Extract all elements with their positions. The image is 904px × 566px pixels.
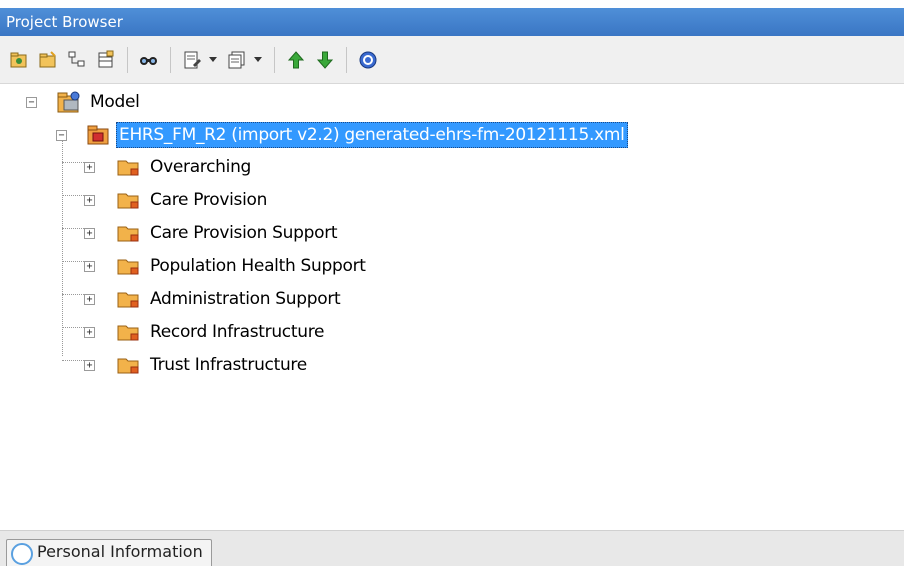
- find-in-project-icon[interactable]: [136, 47, 162, 73]
- expand-toggle[interactable]: +: [84, 294, 95, 305]
- collapse-toggle[interactable]: −: [26, 97, 37, 108]
- bottom-tab-bar: Personal Information: [0, 530, 904, 566]
- tree-node-label: Trust Infrastructure: [150, 355, 307, 375]
- tree-connector: [62, 162, 86, 163]
- person-icon: [11, 543, 33, 565]
- help-icon[interactable]: [355, 47, 381, 73]
- tab-label: Personal Information: [37, 542, 203, 561]
- tree-connector: [62, 327, 86, 328]
- tree-node-folder[interactable]: Population Health Support: [116, 252, 366, 280]
- expand-toggle[interactable]: +: [84, 261, 95, 272]
- tree-connector: [62, 261, 86, 262]
- tree-connector: [62, 360, 86, 361]
- view-options-dropdown[interactable]: [253, 47, 263, 73]
- tab-personal-information[interactable]: Personal Information: [6, 539, 212, 566]
- expand-toggle[interactable]: +: [84, 327, 95, 338]
- tree-connector: [62, 140, 63, 356]
- tree-node-label: Record Infrastructure: [150, 322, 325, 342]
- panel-title: Project Browser: [0, 8, 904, 36]
- toolbar-separator: [170, 46, 171, 73]
- edit-properties-dropdown[interactable]: [208, 47, 218, 73]
- expand-toggle[interactable]: +: [84, 228, 95, 239]
- toolbar-separator: [346, 46, 347, 73]
- edit-properties-icon[interactable]: [179, 47, 205, 73]
- model-icon: [56, 90, 82, 114]
- tree-node-folder[interactable]: Trust Infrastructure: [116, 351, 307, 379]
- tree-node-label: Administration Support: [150, 289, 341, 309]
- tree-node-label: Model: [90, 92, 140, 112]
- toolbar: [0, 36, 904, 84]
- new-element-icon[interactable]: [93, 47, 119, 73]
- expand-toggle[interactable]: +: [84, 195, 95, 206]
- tree-node-folder[interactable]: Overarching: [116, 153, 251, 181]
- expand-toggle[interactable]: +: [84, 162, 95, 173]
- tree-connector: [62, 195, 86, 196]
- tree-node-label: Care Provision Support: [150, 223, 338, 243]
- folder-icon: [116, 156, 142, 178]
- move-up-icon[interactable]: [283, 47, 309, 73]
- tree-node-folder[interactable]: Administration Support: [116, 285, 341, 313]
- tree-node-label: Care Provision: [150, 190, 268, 210]
- tree-node-folder[interactable]: Care Provision: [116, 186, 267, 214]
- new-diagram-icon[interactable]: [64, 47, 90, 73]
- toolbar-separator: [127, 46, 128, 73]
- new-root-package-icon[interactable]: [6, 47, 32, 73]
- tree-node-label: Population Health Support: [150, 256, 366, 276]
- top-strip: [0, 0, 904, 8]
- project-tree: − Model − EHRS_FM_R2 (import v2.2) gener…: [0, 84, 904, 530]
- folder-icon: [116, 255, 142, 277]
- package-icon: [86, 124, 110, 146]
- tree-node-package[interactable]: EHRS_FM_R2 (import v2.2) generated-ehrs-…: [86, 121, 628, 149]
- tree-node-folder[interactable]: Record Infrastructure: [116, 318, 324, 346]
- folder-icon: [116, 354, 142, 376]
- tree-node-label: Overarching: [150, 157, 252, 177]
- tree-node-model[interactable]: Model: [56, 88, 140, 116]
- new-package-icon[interactable]: [35, 47, 61, 73]
- expand-toggle[interactable]: +: [84, 360, 95, 371]
- toolbar-separator: [274, 46, 275, 73]
- folder-icon: [116, 288, 142, 310]
- folder-icon: [116, 189, 142, 211]
- collapse-toggle[interactable]: −: [56, 130, 67, 141]
- tree-node-folder[interactable]: Care Provision Support: [116, 219, 338, 247]
- tree-node-label-selected: EHRS_FM_R2 (import v2.2) generated-ehrs-…: [116, 122, 628, 148]
- view-options-icon[interactable]: [224, 47, 250, 73]
- folder-icon: [116, 321, 142, 343]
- folder-icon: [116, 222, 142, 244]
- move-down-icon[interactable]: [312, 47, 338, 73]
- tree-connector: [62, 228, 86, 229]
- tree-connector: [62, 294, 86, 295]
